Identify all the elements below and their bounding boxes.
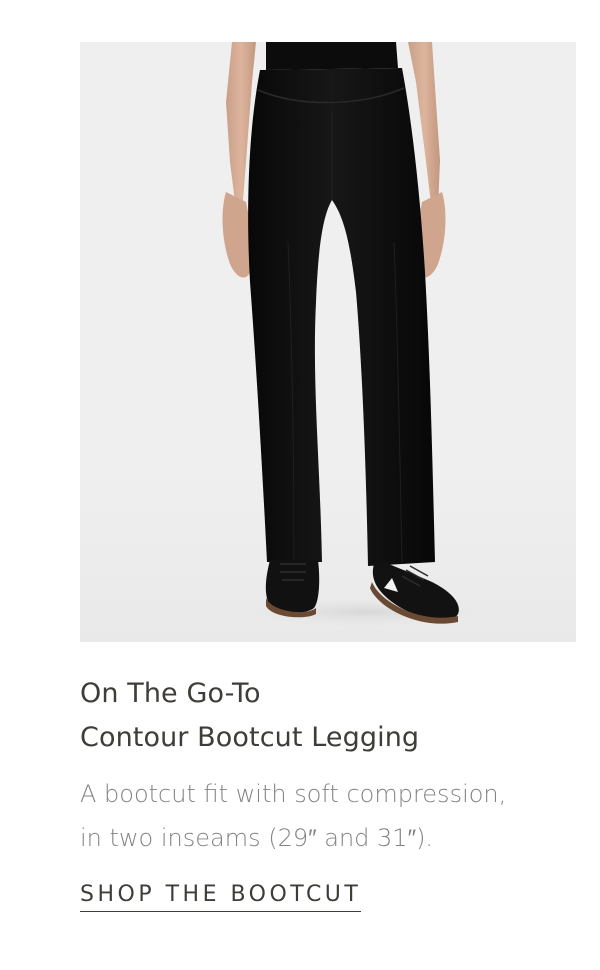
shop-the-bootcut-link[interactable]: SHOP THE BOOTCUT bbox=[80, 882, 362, 912]
product-title-line-2: Contour Bootcut Legging bbox=[80, 722, 420, 753]
left-sneaker bbox=[265, 560, 320, 613]
product-description: A bootcut fit with soft compression, in … bbox=[80, 772, 580, 860]
product-description-line-1: A bootcut fit with soft compression, bbox=[80, 780, 507, 808]
product-description-line-2: in two inseams (29″ and 31″). bbox=[80, 824, 434, 852]
product-image-link[interactable] bbox=[80, 42, 576, 642]
email-product-block: On The Go-To Contour Bootcut Legging A b… bbox=[0, 0, 600, 970]
black-top bbox=[266, 42, 398, 70]
product-photo bbox=[80, 42, 576, 642]
product-title: On The Go-To Contour Bootcut Legging bbox=[80, 672, 580, 760]
product-title-line-1: On The Go-To bbox=[80, 678, 261, 709]
floor-shadow bbox=[215, 594, 515, 630]
